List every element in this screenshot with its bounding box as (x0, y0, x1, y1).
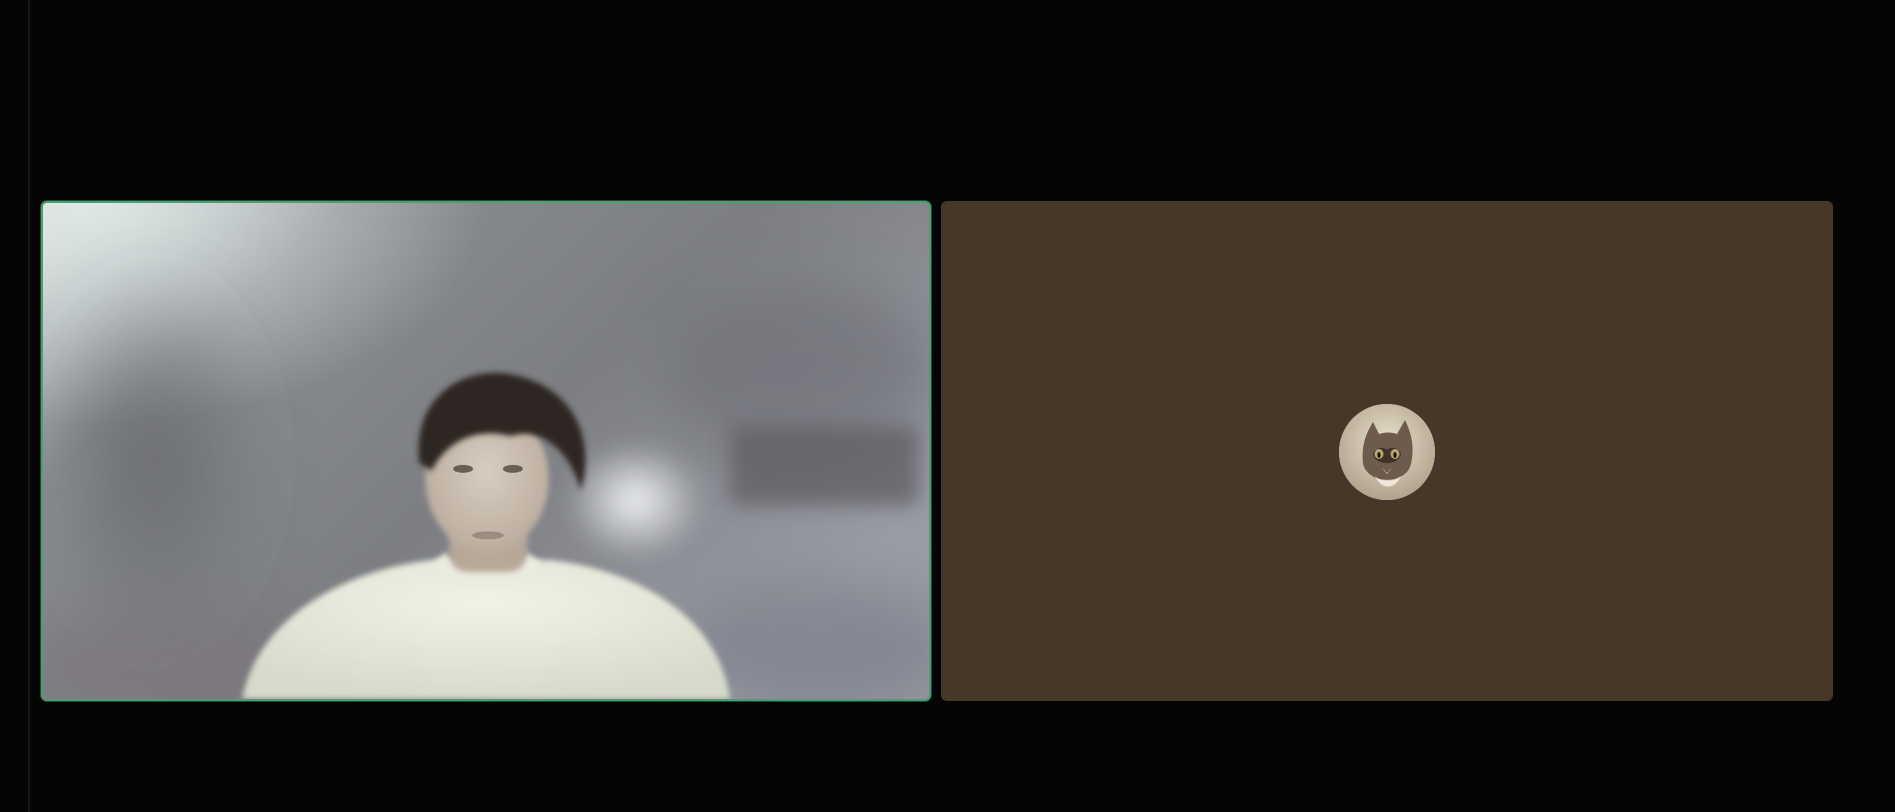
participant-video-tile[interactable] (41, 201, 931, 701)
window-edge-divider (28, 0, 30, 812)
cat-photo-avatar-icon (1339, 404, 1435, 500)
participant-avatar-tile[interactable] (941, 201, 1833, 701)
meeting-gallery-view (0, 0, 1895, 812)
participant-camera-feed (43, 203, 929, 699)
